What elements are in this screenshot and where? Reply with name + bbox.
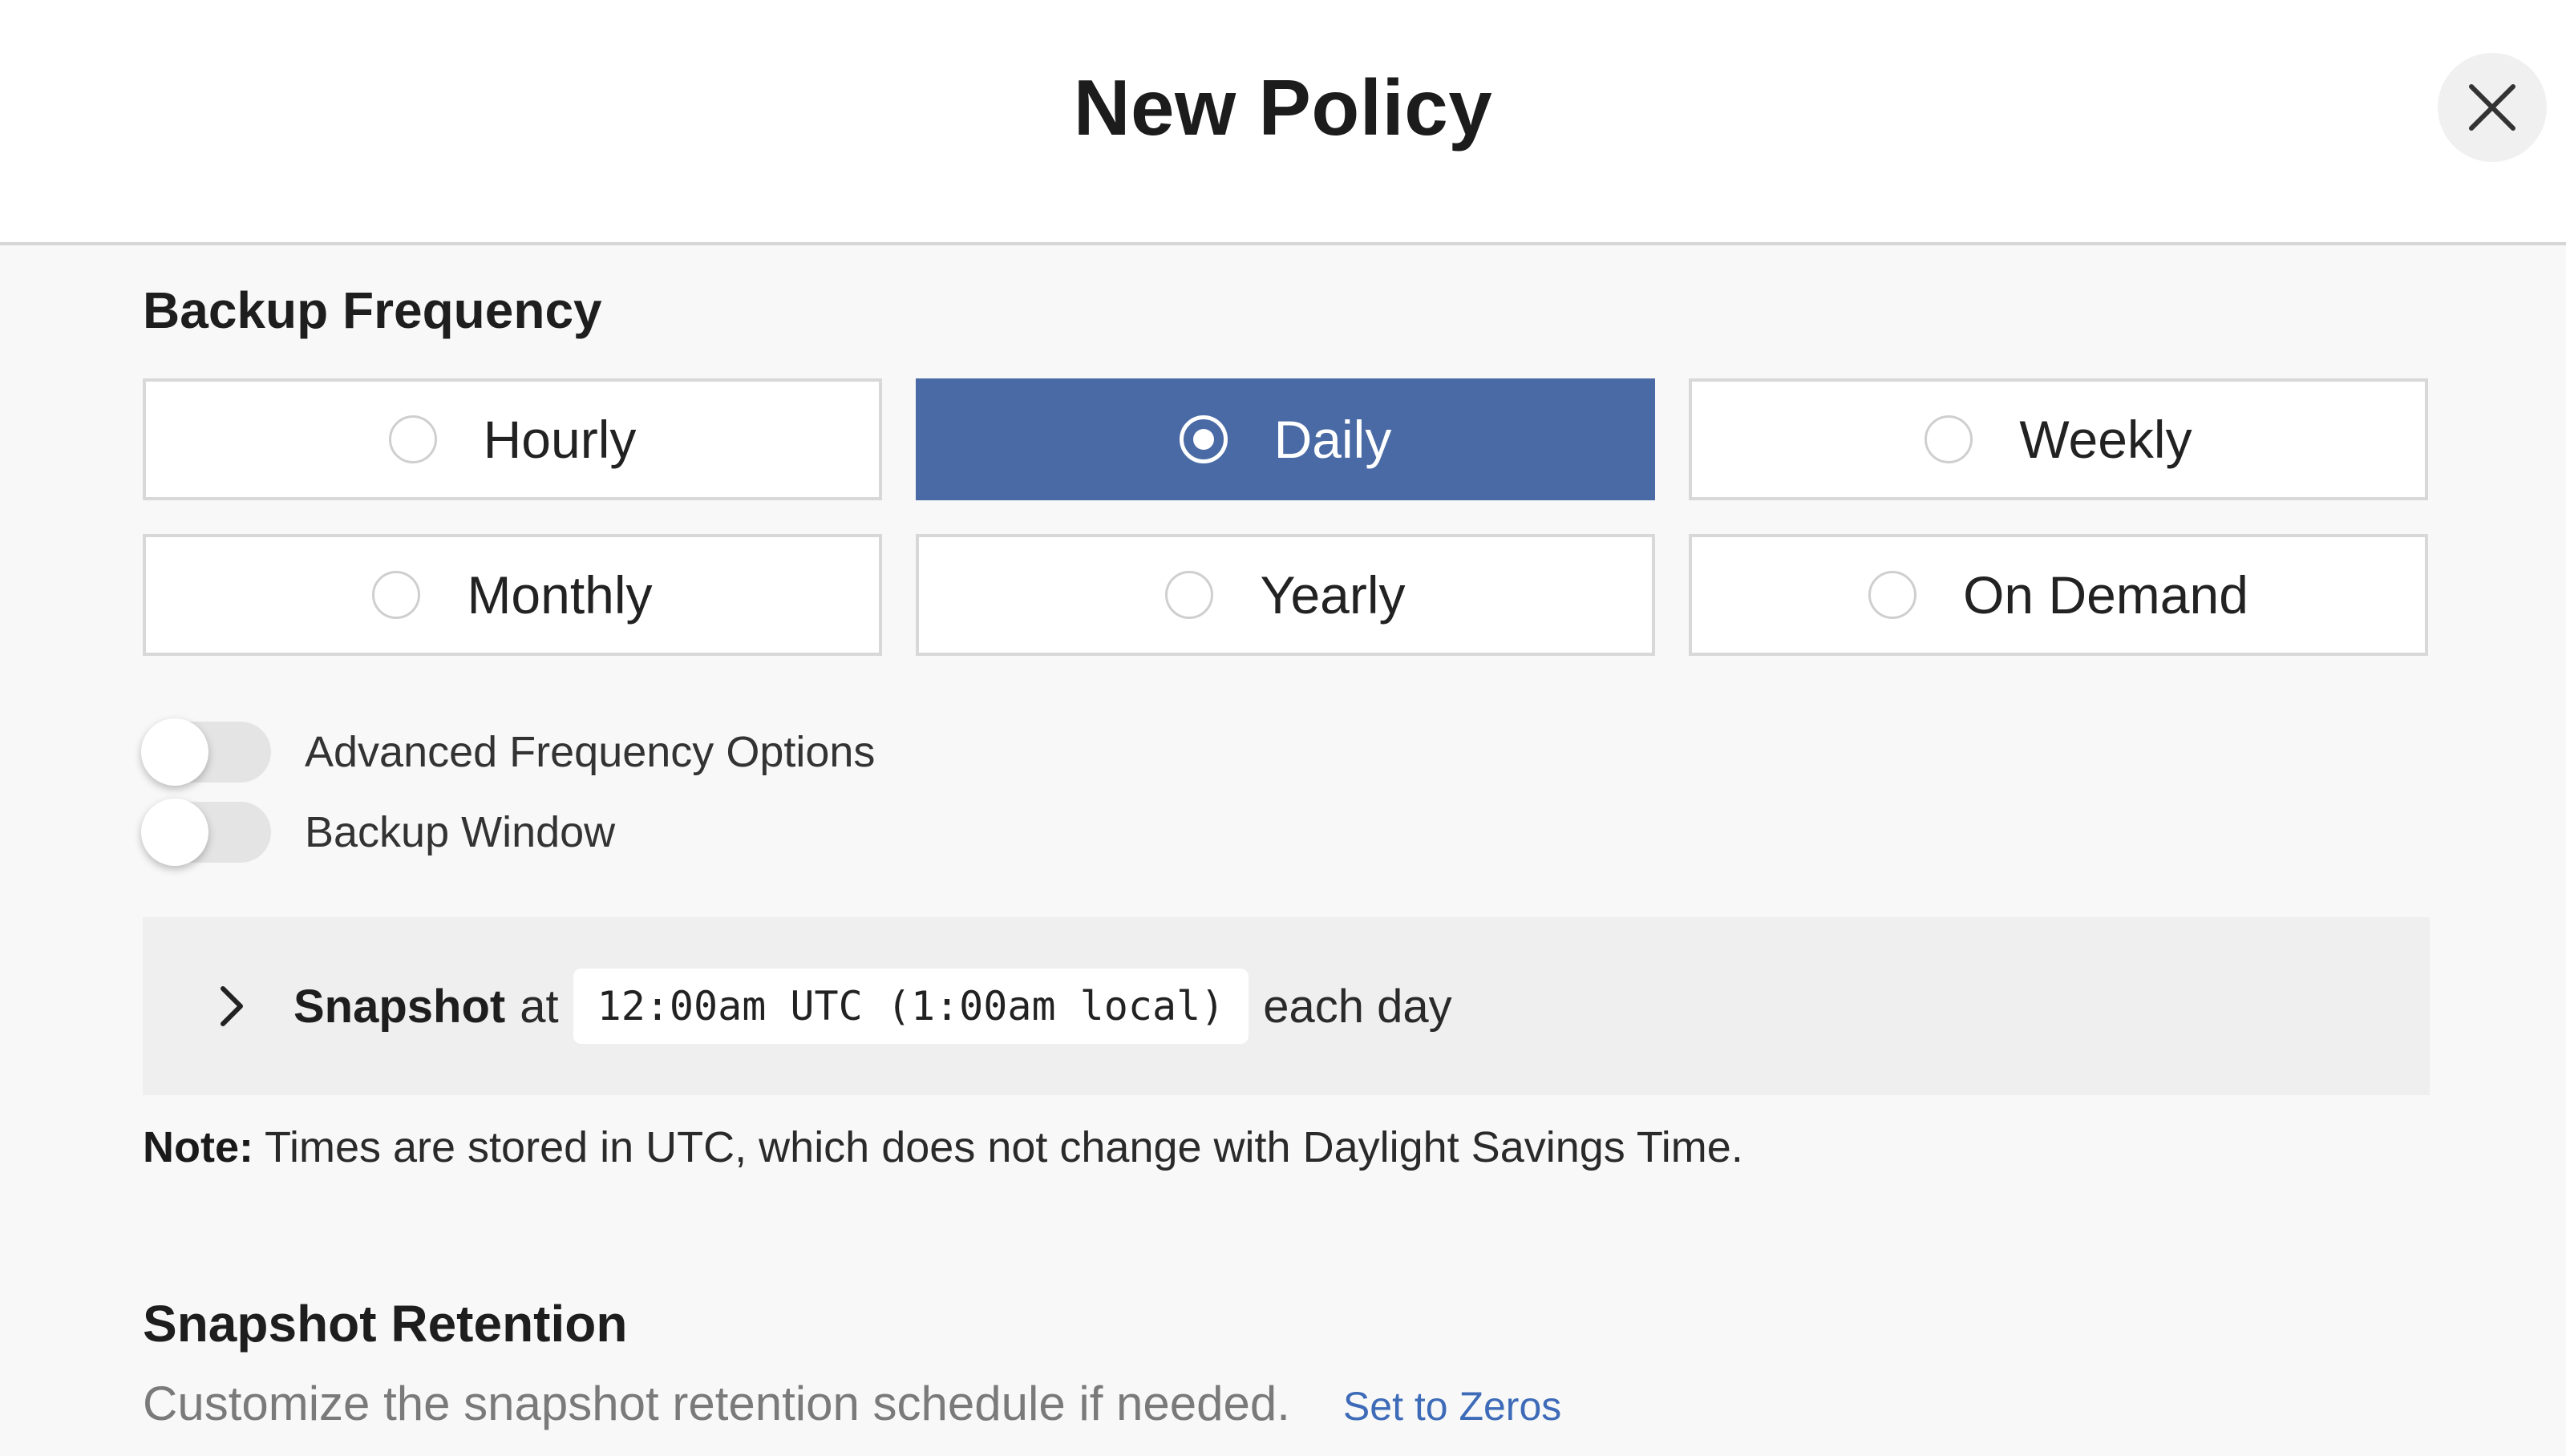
frequency-option-weekly[interactable]: Weekly <box>1689 378 2428 500</box>
snapshot-row: Snapshot at 12:00am UTC (1:00am local) e… <box>207 917 1452 1095</box>
frequency-option-hourly[interactable]: Hourly <box>143 378 882 500</box>
advanced-frequency-label: Advanced Frequency Options <box>305 728 876 776</box>
radio-selected-icon <box>1179 415 1228 463</box>
close-icon <box>2469 84 2515 131</box>
advanced-frequency-toggle[interactable] <box>141 718 273 786</box>
backup-frequency-title: Backup Frequency <box>143 281 602 339</box>
snapshot-time-chip[interactable]: 12:00am UTC (1:00am local) <box>573 969 1249 1044</box>
utc-note: Note: Times are stored in UTC, which doe… <box>143 1122 1743 1172</box>
retention-description-row: Customize the snapshot retention schedul… <box>143 1376 1561 1431</box>
toggle-knob <box>141 799 208 866</box>
frequency-option-monthly[interactable]: Monthly <box>143 534 882 656</box>
snapshot-suffix-text: each day <box>1263 980 1452 1033</box>
modal-header: New Policy <box>0 0 2566 245</box>
frequency-option-label: Yearly <box>1260 565 1406 625</box>
frequency-option-label: Hourly <box>483 410 637 469</box>
frequency-option-label: Monthly <box>467 565 653 625</box>
frequency-option-daily[interactable]: Daily <box>916 378 1655 500</box>
snapshot-at-text: at <box>520 980 559 1033</box>
snapshot-retention-title: Snapshot Retention <box>143 1295 628 1353</box>
note-label: Note: <box>143 1123 253 1171</box>
radio-icon <box>1165 571 1214 619</box>
frequency-option-on-demand[interactable]: On Demand <box>1689 534 2428 656</box>
radio-icon <box>1868 571 1917 619</box>
note-text: Times are stored in UTC, which does not … <box>253 1123 1743 1171</box>
frequency-option-yearly[interactable]: Yearly <box>916 534 1655 656</box>
modal-title: New Policy <box>1073 63 1493 152</box>
set-to-zeros-link[interactable]: Set to Zeros <box>1343 1383 1561 1430</box>
close-button[interactable] <box>2438 53 2547 162</box>
backup-window-label: Backup Window <box>305 808 616 856</box>
frequency-option-label: Weekly <box>2019 410 2192 469</box>
frequency-option-label: On Demand <box>1963 565 2248 625</box>
snapshot-schedule-panel: Snapshot at 12:00am UTC (1:00am local) e… <box>143 917 2430 1095</box>
radio-icon <box>372 571 421 619</box>
radio-icon <box>1924 415 1973 463</box>
snapshot-label: Snapshot <box>293 980 506 1033</box>
radio-icon <box>388 415 437 463</box>
toggle-knob <box>141 718 208 786</box>
backup-window-row: Backup Window <box>141 799 615 866</box>
frequency-option-label: Daily <box>1273 410 1392 469</box>
chevron-right-icon[interactable] <box>207 982 255 1030</box>
retention-description: Customize the snapshot retention schedul… <box>143 1377 1290 1430</box>
advanced-frequency-row: Advanced Frequency Options <box>141 718 875 786</box>
backup-window-toggle[interactable] <box>141 799 273 866</box>
